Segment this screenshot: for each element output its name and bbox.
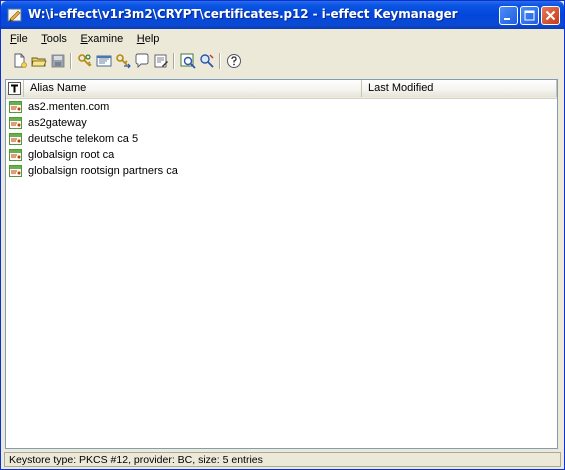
toolbar [5, 51, 561, 71]
keymanager-app-icon[interactable] [7, 7, 23, 23]
alias-name: globalsign root ca [28, 149, 115, 161]
minimize-button[interactable] [499, 6, 518, 25]
table-row[interactable]: globalsign root ca [6, 147, 557, 163]
alias-name: globalsign rootsign partners ca [28, 165, 178, 177]
header-last-modified[interactable]: Last Modified [362, 80, 557, 97]
menu-file[interactable]: File [4, 31, 32, 47]
type-column-icon [8, 82, 21, 95]
toolbar-separator [70, 53, 72, 69]
new-keystore-icon[interactable] [11, 52, 29, 70]
menu-examine[interactable]: Examine [74, 31, 127, 47]
open-keystore-icon[interactable] [30, 52, 48, 70]
menu-help[interactable]: Help [131, 31, 164, 47]
menu-tools[interactable]: Tools [35, 31, 71, 47]
alias-name: deutsche telekom ca 5 [28, 133, 139, 145]
maximize-icon [524, 10, 535, 21]
menu-bar: File Tools Examine Help [4, 31, 562, 47]
toolbar-separator [219, 53, 221, 69]
import-certificate-icon[interactable] [95, 52, 113, 70]
status-bar: Keystore type: PKCS #12, provider: BC, s… [4, 452, 561, 467]
close-icon [545, 10, 556, 21]
alias-list[interactable]: Alias Name Last Modified as2.menten.com … [5, 79, 558, 449]
header-alias-name[interactable]: Alias Name [24, 80, 362, 97]
table-row[interactable]: deutsche telekom ca 5 [6, 131, 557, 147]
alias-name: as2.menten.com [28, 101, 110, 113]
header-type-column[interactable] [6, 80, 24, 97]
certificate-icon [9, 165, 22, 177]
examine-certificate-icon[interactable] [179, 52, 197, 70]
list-header: Alias Name Last Modified [6, 80, 557, 99]
certificate-icon [9, 133, 22, 145]
certificate-icon [9, 101, 22, 113]
table-row[interactable]: as2gateway [6, 115, 557, 131]
toolbar-separator [173, 53, 175, 69]
import-keypair-icon[interactable] [114, 52, 132, 70]
certificate-icon [9, 117, 22, 129]
app-window: W:\i-effect\v1r3m2\CRYPT\certificates.p1… [0, 0, 565, 470]
set-password-icon[interactable] [152, 52, 170, 70]
table-row[interactable]: globalsign rootsign partners ca [6, 163, 557, 179]
close-button[interactable] [541, 6, 560, 25]
help-icon[interactable] [225, 52, 243, 70]
title-bar[interactable]: W:\i-effect\v1r3m2\CRYPT\certificates.p1… [1, 1, 564, 29]
save-keystore-icon[interactable] [49, 52, 67, 70]
window-title: W:\i-effect\v1r3m2\CRYPT\certificates.p1… [28, 7, 458, 21]
maximize-button[interactable] [520, 6, 539, 25]
examine-ssl-icon[interactable] [198, 52, 216, 70]
alias-name: as2gateway [28, 117, 87, 129]
status-text: Keystore type: PKCS #12, provider: BC, s… [9, 454, 263, 466]
minimize-icon [504, 18, 510, 20]
generate-keypair-icon[interactable] [76, 52, 94, 70]
keystore-report-icon[interactable] [133, 52, 151, 70]
certificate-icon [9, 149, 22, 161]
table-row[interactable]: as2.menten.com [6, 99, 557, 115]
list-rows: as2.menten.com as2gateway deutsche telek… [6, 99, 557, 179]
